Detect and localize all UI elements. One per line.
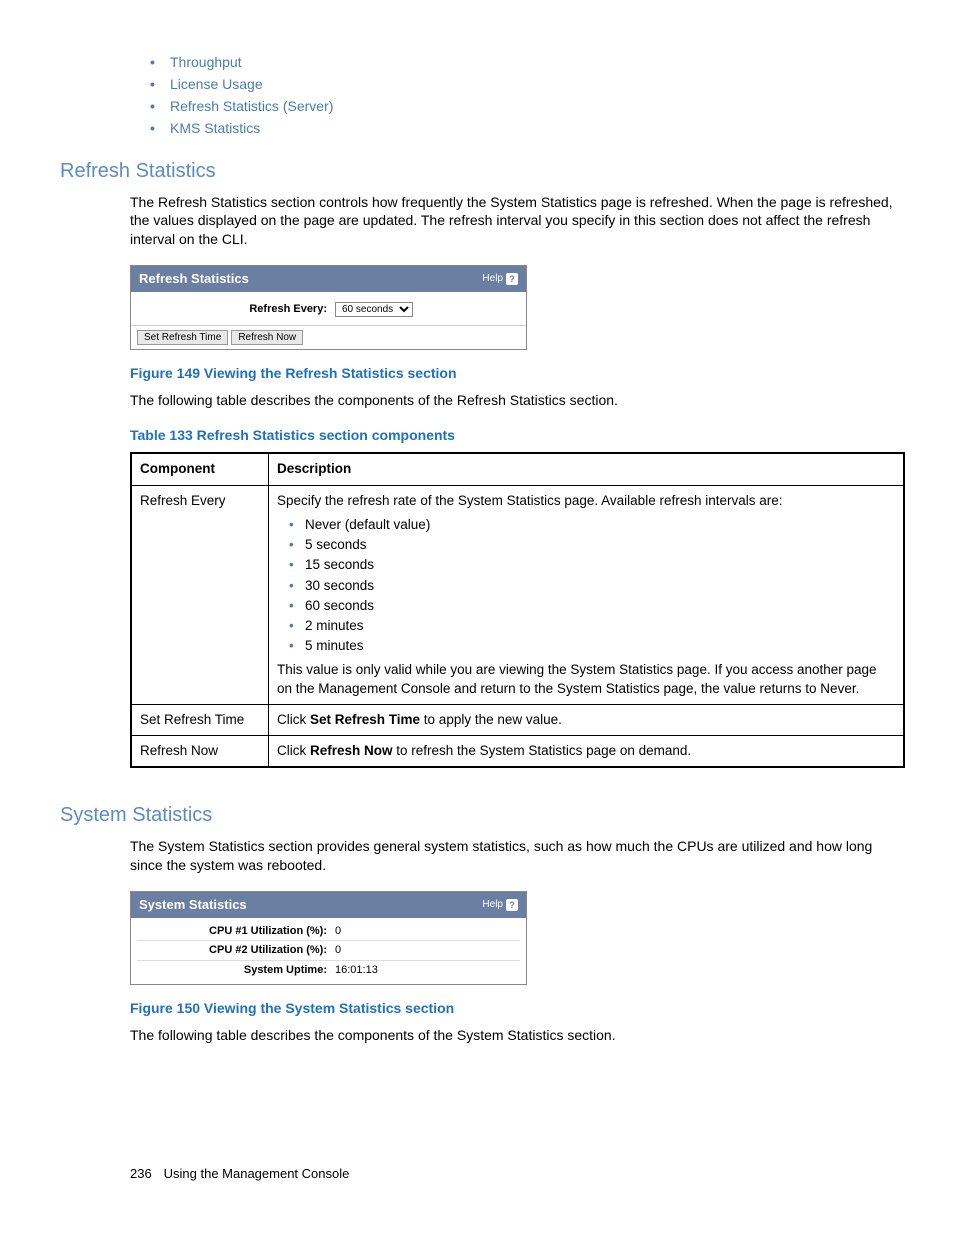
desc-post: This value is only valid while you are v…: [277, 661, 895, 697]
desc-part: to refresh the System Statistics page on…: [393, 743, 692, 758]
desc-bold: Refresh Now: [310, 743, 393, 758]
table-row: Refresh Now Click Refresh Now to refresh…: [131, 736, 904, 768]
label-cpu1: CPU #1 Utilization (%):: [137, 924, 335, 939]
page-footer: 236 Using the Management Console: [130, 1165, 894, 1183]
set-refresh-time-button[interactable]: Set Refresh Time: [137, 330, 228, 345]
list-item: 30 seconds: [289, 577, 895, 595]
link-kms-statistics[interactable]: KMS Statistics: [150, 119, 894, 138]
footer-title: Using the Management Console: [164, 1166, 350, 1181]
page-number: 236: [130, 1165, 160, 1183]
help-link[interactable]: Help ?: [482, 272, 518, 286]
value-cpu2: 0: [335, 943, 341, 958]
heading-system-statistics: System Statistics: [60, 802, 894, 829]
cell-component: Refresh Now: [131, 736, 269, 768]
help-icon: ?: [506, 273, 518, 285]
label-refresh-every: Refresh Every:: [137, 302, 335, 317]
value-cpu1: 0: [335, 924, 341, 939]
desc-pre: Specify the refresh rate of the System S…: [277, 492, 895, 510]
panel-refresh-statistics: Refresh Statistics Help ? Refresh Every:…: [130, 265, 527, 350]
panel-refresh-header: Refresh Statistics Help ?: [131, 266, 526, 292]
th-description: Description: [269, 453, 905, 485]
panel-system-title: System Statistics: [139, 896, 247, 914]
select-refresh-every[interactable]: 60 seconds: [335, 302, 413, 317]
help-text: Help: [482, 272, 503, 286]
link-throughput[interactable]: Throughput: [150, 53, 894, 72]
table-refresh-components: Component Description Refresh Every Spec…: [130, 452, 905, 768]
label-uptime: System Uptime:: [137, 963, 335, 978]
list-item: Never (default value): [289, 516, 895, 534]
para-refresh-lead: The following table describes the compon…: [130, 391, 894, 410]
desc-list: Never (default value) 5 seconds 15 secon…: [289, 516, 895, 656]
desc-part: to apply the new value.: [420, 712, 562, 727]
panel-refresh-title: Refresh Statistics: [139, 270, 249, 288]
para-system: The System Statistics section provides g…: [130, 837, 894, 875]
help-link[interactable]: Help ?: [482, 898, 518, 912]
link-refresh-statistics-server[interactable]: Refresh Statistics (Server): [150, 97, 894, 116]
para-system-lead: The following table describes the compon…: [130, 1026, 894, 1045]
panel-system-statistics: System Statistics Help ? CPU #1 Utilizat…: [130, 891, 527, 985]
list-item: 15 seconds: [289, 556, 895, 574]
top-link-list: Throughput License Usage Refresh Statist…: [150, 53, 894, 138]
desc-part: Click: [277, 743, 310, 758]
help-icon: ?: [506, 899, 518, 911]
list-item: 5 seconds: [289, 536, 895, 554]
cell-description: Specify the refresh rate of the System S…: [269, 485, 905, 704]
link-license-usage[interactable]: License Usage: [150, 75, 894, 94]
list-item: 2 minutes: [289, 617, 895, 635]
label-cpu2: CPU #2 Utilization (%):: [137, 943, 335, 958]
desc-part: Click: [277, 712, 310, 727]
cell-description: Click Set Refresh Time to apply the new …: [269, 704, 905, 735]
table-133-caption: Table 133 Refresh Statistics section com…: [130, 426, 894, 445]
figure-150-caption: Figure 150 Viewing the System Statistics…: [130, 999, 894, 1018]
cell-component: Refresh Every: [131, 485, 269, 704]
value-uptime: 16:01:13: [335, 963, 378, 978]
help-text: Help: [482, 898, 503, 912]
figure-149-caption: Figure 149 Viewing the Refresh Statistic…: [130, 364, 894, 383]
table-row: Refresh Every Specify the refresh rate o…: [131, 485, 904, 704]
cell-description: Click Refresh Now to refresh the System …: [269, 736, 905, 768]
refresh-now-button[interactable]: Refresh Now: [231, 330, 303, 345]
list-item: 5 minutes: [289, 637, 895, 655]
heading-refresh-statistics: Refresh Statistics: [60, 158, 894, 185]
cell-component: Set Refresh Time: [131, 704, 269, 735]
table-row: Set Refresh Time Click Set Refresh Time …: [131, 704, 904, 735]
desc-bold: Set Refresh Time: [310, 712, 420, 727]
panel-system-header: System Statistics Help ?: [131, 892, 526, 918]
para-refresh: The Refresh Statistics section controls …: [130, 193, 894, 250]
list-item: 60 seconds: [289, 597, 895, 615]
th-component: Component: [131, 453, 269, 485]
